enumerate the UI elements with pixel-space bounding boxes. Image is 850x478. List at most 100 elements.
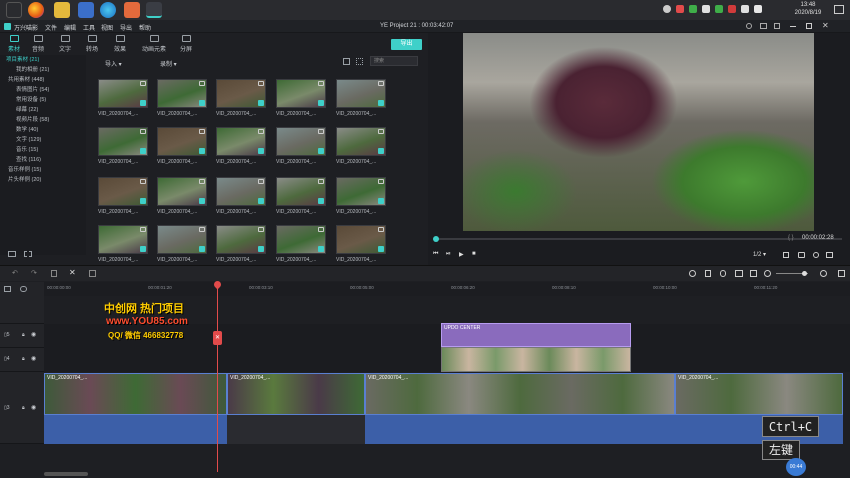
app-icon[interactable] <box>78 2 94 18</box>
tab-split-screen[interactable]: 分屏 <box>172 35 200 55</box>
folder-icon[interactable] <box>24 251 32 257</box>
lock-icon[interactable]: 🔒︎ <box>22 405 25 411</box>
tree-node[interactable]: 项目素材 (21) <box>6 55 39 65</box>
media-thumbnail[interactable] <box>276 127 326 156</box>
audio-mixer-icon[interactable] <box>735 270 743 277</box>
maximize-icon[interactable] <box>806 23 812 29</box>
volume-icon[interactable] <box>813 252 819 258</box>
media-thumbnail[interactable] <box>98 225 148 254</box>
menu-view[interactable]: 视图 <box>101 23 113 32</box>
delete-icon[interactable] <box>51 270 57 277</box>
overlay-clip[interactable] <box>441 347 631 372</box>
fullscreen-icon[interactable] <box>783 252 789 258</box>
menu-help[interactable]: 帮助 <box>139 23 151 32</box>
media-thumbnail[interactable] <box>157 177 207 206</box>
eye-icon[interactable]: ◉ <box>31 355 36 362</box>
lock-icon[interactable]: 🔒︎ <box>22 332 25 338</box>
media-thumbnail[interactable] <box>216 177 266 206</box>
video-preview[interactable] <box>463 33 814 231</box>
settings-icon[interactable] <box>826 252 833 258</box>
menu-file[interactable]: 文件 <box>45 23 57 32</box>
play-icon[interactable]: ▶ <box>459 251 464 258</box>
import-dropdown[interactable]: 导入 ▾ <box>105 59 122 68</box>
tree-node[interactable]: 常用设备 (5) <box>16 95 46 105</box>
eye-icon[interactable]: ◉ <box>31 331 36 338</box>
media-thumbnail[interactable] <box>336 177 386 206</box>
title-clip[interactable]: UPDO CENTER <box>441 323 631 347</box>
snapshot-icon[interactable] <box>798 252 805 258</box>
tray-icon[interactable] <box>715 5 723 13</box>
tray-icon[interactable] <box>728 5 736 13</box>
undo-icon[interactable]: ↶ <box>12 269 18 277</box>
crop-icon[interactable] <box>89 270 96 277</box>
tab-audio[interactable]: 音频 <box>24 35 52 55</box>
media-thumbnail[interactable] <box>157 79 207 108</box>
menu-export[interactable]: 导出 <box>120 23 132 32</box>
media-thumbnail[interactable] <box>336 127 386 156</box>
media-thumbnail[interactable] <box>216 127 266 156</box>
add-track-icon[interactable] <box>4 286 11 292</box>
video-clip[interactable]: VID_20200704_... <box>44 373 227 415</box>
media-thumbnail[interactable] <box>276 225 326 254</box>
tree-node[interactable]: 共用素材 (448) <box>8 75 44 85</box>
eye-icon[interactable]: ◉ <box>31 404 36 411</box>
marker-icon[interactable] <box>705 270 711 277</box>
tree-node[interactable]: 查找 (116) <box>16 155 41 165</box>
media-thumbnail[interactable] <box>157 127 207 156</box>
media-thumbnail[interactable] <box>276 177 326 206</box>
tray-icon[interactable] <box>663 5 671 13</box>
tab-effects[interactable]: 效果 <box>106 35 134 55</box>
tree-node[interactable]: 我的相册 (21) <box>16 65 49 75</box>
media-thumbnail[interactable] <box>216 225 266 254</box>
tree-node[interactable]: 音乐样例 (15) <box>8 165 41 175</box>
video-clip[interactable]: VID_20200704_... <box>675 373 843 415</box>
notification-icon[interactable] <box>834 5 844 14</box>
bracket-in-out[interactable]: { } <box>788 235 794 241</box>
menu-edit[interactable]: 编辑 <box>64 23 76 32</box>
zoom-slider-handle[interactable] <box>802 271 807 276</box>
prev-frame-icon[interactable]: ⏮ <box>433 251 438 258</box>
tree-node[interactable]: 视频片段 (58) <box>16 115 49 125</box>
media-thumbnail[interactable] <box>157 225 207 254</box>
lock-icon[interactable]: 🔒︎ <box>22 356 25 362</box>
zoom-in-icon[interactable] <box>820 270 827 277</box>
resolution-select[interactable]: 1/2 ▾ <box>753 251 766 258</box>
record-dropdown[interactable]: 录制 ▾ <box>160 59 177 68</box>
tree-node[interactable]: 数学 (40) <box>16 125 38 135</box>
tree-node[interactable]: 表情图片 (54) <box>16 85 49 95</box>
tab-transitions[interactable]: 转场 <box>78 35 106 55</box>
tree-node[interactable]: 文字 (129) <box>16 135 41 145</box>
fit-timeline-icon[interactable] <box>838 270 845 277</box>
preview-scrubber[interactable] <box>436 238 842 240</box>
media-thumbnail[interactable] <box>98 127 148 156</box>
audio-waveform[interactable] <box>44 415 227 444</box>
filter-icon[interactable] <box>343 58 350 65</box>
search-input[interactable]: 搜索 <box>370 56 418 66</box>
minimize-icon[interactable] <box>790 26 796 27</box>
link-icon[interactable] <box>20 286 27 292</box>
feedback-icon[interactable] <box>774 23 780 29</box>
tray-icon[interactable] <box>676 5 684 13</box>
timeline-ruler[interactable]: 00:00:00:00 00:00:01:20 00:00:03:10 00:00:0… <box>44 282 850 296</box>
split-icon[interactable]: ✕ <box>213 331 222 345</box>
app-icon-2[interactable] <box>124 2 140 18</box>
stop-icon[interactable]: ■ <box>472 251 476 257</box>
windows-start-icon[interactable] <box>6 2 22 18</box>
redo-icon[interactable]: ↷ <box>31 269 37 277</box>
video-clip[interactable]: VID_20200704_... <box>227 373 365 415</box>
filmora-taskbar-icon[interactable] <box>146 2 162 18</box>
cut-icon[interactable]: ✕ <box>69 268 76 277</box>
audio-waveform-muted[interactable] <box>227 415 365 444</box>
clock[interactable]: 13:48 2020/8/19 <box>793 1 823 17</box>
scrubber-handle[interactable] <box>433 236 439 242</box>
snap-icon[interactable] <box>750 270 757 277</box>
menu-tools[interactable]: 工具 <box>83 23 95 32</box>
account-icon[interactable] <box>746 23 752 29</box>
file-explorer-icon[interactable] <box>54 2 70 18</box>
voiceover-icon[interactable] <box>720 270 726 277</box>
volume-icon[interactable] <box>754 5 762 13</box>
export-button[interactable]: 导出 <box>391 39 422 50</box>
new-folder-icon[interactable] <box>8 251 16 257</box>
tab-elements[interactable]: 动画元素 <box>136 35 172 55</box>
playhead[interactable] <box>217 282 218 472</box>
